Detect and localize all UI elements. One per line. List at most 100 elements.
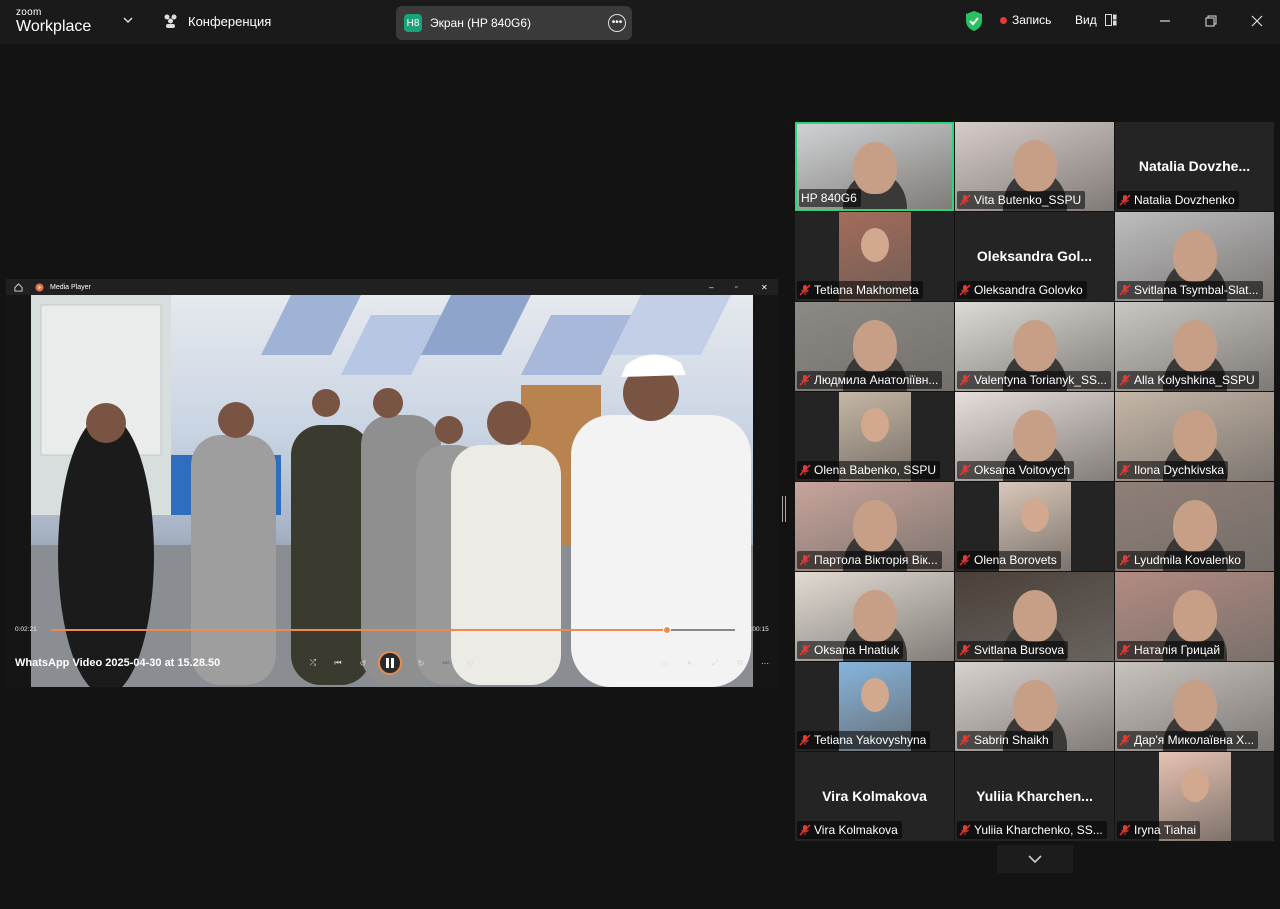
minimize-button[interactable]	[1154, 10, 1176, 32]
volume-mute-icon[interactable]: 🔇︎	[683, 656, 697, 670]
mic-muted-icon	[799, 374, 811, 386]
participant-tile[interactable]: Oksana Voitovych	[955, 392, 1114, 481]
participant-tile[interactable]: Alla Kolyshkina_SSPU	[1115, 302, 1274, 391]
mic-muted-icon	[799, 644, 811, 656]
participant-name-label: Sabrin Shaikh	[957, 731, 1053, 749]
participant-tile[interactable]: Vita Butenko_SSPU	[955, 122, 1114, 211]
participant-tile[interactable]: Natalia Dovzhe... Natalia Dovzhenko	[1115, 122, 1274, 211]
seek-bar[interactable]	[51, 626, 735, 634]
conference-button[interactable]: Конференция	[162, 13, 271, 29]
restore-button[interactable]	[1200, 10, 1222, 32]
current-time: 0:02:21	[15, 626, 37, 633]
participant-tile[interactable]: Tetiana Yakovyshyna	[795, 662, 954, 751]
participant-tile[interactable]: Svitlana Tsymbal-Slat...	[1115, 212, 1274, 301]
view-label: Вид	[1075, 13, 1097, 27]
close-button[interactable]	[1246, 10, 1268, 32]
more-icon[interactable]: ⋯	[758, 656, 772, 670]
participant-name-label: Yuliia Kharchenko, SS...	[957, 821, 1107, 839]
participant-name: Vira Kolmakova	[814, 823, 898, 837]
participant-name-label: Valentyna Torianyk_SS...	[957, 371, 1111, 389]
chevron-down-icon[interactable]	[122, 14, 134, 26]
rewind-10-icon[interactable]: ↺	[356, 656, 370, 670]
participant-name-label: Svitlana Tsymbal-Slat...	[1117, 281, 1263, 299]
participant-face	[1181, 768, 1209, 802]
participant-name: Lyudmila Kovalenko	[1134, 553, 1241, 567]
participant-tile[interactable]: Vira Kolmakova Vira Kolmakova	[795, 752, 954, 841]
pause-button[interactable]	[378, 651, 402, 675]
gallery-next-page-button[interactable]	[997, 845, 1073, 873]
participant-name: Sabrin Shaikh	[974, 733, 1049, 747]
participants-icon	[164, 14, 177, 28]
record-button[interactable]: Запись	[1000, 13, 1051, 27]
participant-name: Valentyna Torianyk_SS...	[974, 373, 1107, 387]
participant-tile[interactable]: Наталія Грицай	[1115, 572, 1274, 661]
participant-face	[1012, 590, 1057, 642]
seek-handle[interactable]	[662, 626, 671, 634]
close-icon	[1251, 15, 1263, 27]
forward-30-icon[interactable]: ↻	[414, 656, 428, 670]
conference-label: Конференция	[188, 13, 272, 29]
participant-face	[1012, 320, 1057, 372]
participant-name-label: Lyudmila Kovalenko	[1117, 551, 1245, 569]
participant-tile[interactable]: Iryna Tiahai	[1115, 752, 1274, 841]
participant-tile[interactable]: Olena Borovets	[955, 482, 1114, 571]
participant-name: Oksana Hnatiuk	[814, 643, 900, 657]
participant-face	[852, 500, 897, 552]
mic-muted-icon	[959, 824, 971, 836]
participant-display-name: Yuliia Kharchen...	[976, 788, 1093, 804]
view-button[interactable]: Вид	[1075, 13, 1117, 27]
logo-brand-top: zoom	[16, 7, 42, 18]
participant-name-label: Наталія Грицай	[1117, 641, 1225, 659]
participant-name-label: Ilona Dychkivska	[1117, 461, 1229, 479]
media-player-title: Media Player	[50, 283, 91, 291]
participant-name: Oksana Voitovych	[974, 463, 1071, 477]
shuffle-icon[interactable]: ⤮	[306, 656, 320, 670]
mp-maximize-icon[interactable]: ▫	[735, 284, 737, 291]
participant-name: Svitlana Tsymbal-Slat...	[1134, 283, 1259, 297]
participant-face	[1172, 590, 1217, 642]
participant-tile[interactable]: Yuliia Kharchen... Yuliia Kharchenko, SS.…	[955, 752, 1114, 841]
participant-tile[interactable]: Oleksandra Gol... Oleksandra Golovko	[955, 212, 1114, 301]
mic-muted-icon	[959, 194, 971, 206]
participant-tile[interactable]: Oksana Hnatiuk	[795, 572, 954, 661]
participant-face	[1012, 140, 1057, 192]
next-icon[interactable]: ⏭	[439, 656, 453, 670]
fullscreen-icon[interactable]: ⤢	[708, 656, 722, 670]
participant-name: Людмила Анатоліївн...	[814, 373, 939, 387]
minimize-icon	[1160, 20, 1170, 22]
more-options-icon[interactable]: •••	[608, 14, 626, 32]
participant-tile[interactable]: Svitlana Bursova	[955, 572, 1114, 661]
participant-name-label: Svitlana Bursova	[957, 641, 1069, 659]
participant-name-label: Дар'я Миколаївна Х...	[1117, 731, 1259, 749]
security-shield-icon[interactable]	[964, 10, 984, 32]
participant-tile[interactable]: Olena Babenko, SSPU	[795, 392, 954, 481]
participant-face	[1172, 500, 1217, 552]
participant-tile[interactable]: Tetiana Makhometa	[795, 212, 954, 301]
participant-tile[interactable]: HP 840G6	[795, 122, 954, 211]
participant-display-name: Vira Kolmakova	[822, 788, 927, 804]
cast-icon[interactable]: ⧉	[733, 656, 747, 670]
mic-muted-icon	[1119, 644, 1131, 656]
previous-icon[interactable]: ⏮	[331, 656, 345, 670]
participant-face	[1172, 320, 1217, 372]
participant-tile[interactable]: Lyudmila Kovalenko	[1115, 482, 1274, 571]
participant-tile[interactable]: Людмила Анатоліївн...	[795, 302, 954, 391]
participant-tile[interactable]: Дар'я Миколаївна Х...	[1115, 662, 1274, 751]
media-player-window: Media Player – ▫ ✕ 0:02:21 0:00:15 Whats…	[6, 279, 778, 687]
participant-name-label: Tetiana Makhometa	[797, 281, 923, 299]
mp-close-icon[interactable]: ✕	[761, 283, 768, 292]
panel-splitter[interactable]	[782, 496, 786, 522]
participant-tile[interactable]: Sabrin Shaikh	[955, 662, 1114, 751]
miniplayer-icon[interactable]: ▭	[658, 656, 672, 670]
zoom-logo[interactable]: zoom Workplace	[16, 8, 91, 35]
mp-minimize-icon[interactable]: –	[709, 283, 713, 292]
mic-muted-icon	[1119, 824, 1131, 836]
participant-tile[interactable]: Valentyna Torianyk_SS...	[955, 302, 1114, 391]
share-label: Экран (HP 840G6)	[430, 16, 531, 30]
participant-tile[interactable]: Партола Вікторія Вік...	[795, 482, 954, 571]
participant-tile[interactable]: Ilona Dychkivska	[1115, 392, 1274, 481]
mic-muted-icon	[799, 734, 811, 746]
home-icon[interactable]	[14, 282, 23, 292]
repeat-off-icon[interactable]: ⟲	[463, 656, 477, 670]
screen-share-pill[interactable]: H8 Экран (HP 840G6) •••	[396, 6, 632, 40]
